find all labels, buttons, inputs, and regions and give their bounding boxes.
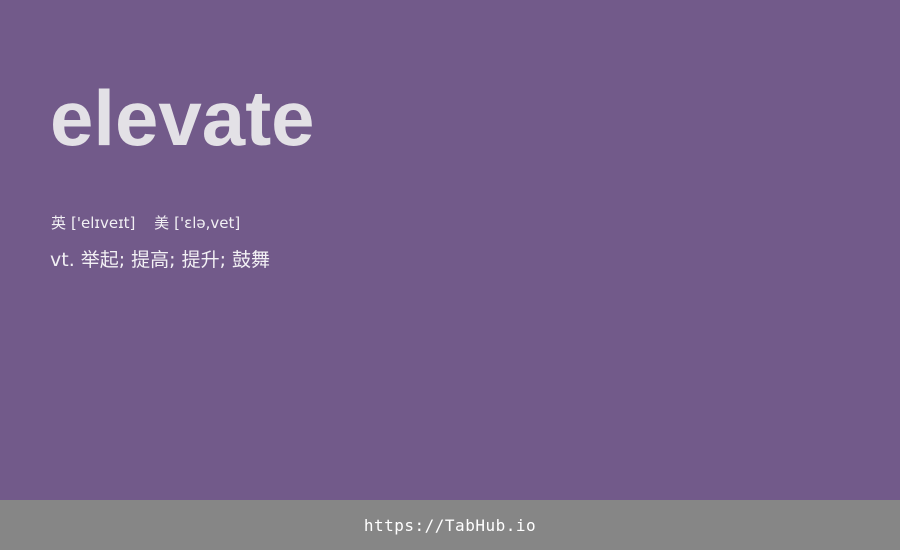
phonetic-us-tag: 美 [154, 214, 170, 232]
phonetic-us: 美 ['ɛlə,vet] [154, 213, 240, 233]
headword: elevate [50, 74, 315, 162]
phonetic-us-ipa: ['ɛlə,vet] [174, 214, 241, 232]
word-card: elevate 英 ['elɪveɪt] 美 ['ɛlə,vet] vt. 举起; 提… [0, 0, 900, 500]
phonetics-row: 英 ['elɪveɪt] 美 ['ɛlə,vet] [51, 213, 240, 233]
definition-meanings: 举起; 提高; 提升; 鼓舞 [80, 249, 271, 271]
phonetic-uk-ipa: ['elɪveɪt] [71, 214, 136, 232]
phonetic-uk-tag: 英 [51, 214, 67, 232]
definition: vt. 举起; 提高; 提升; 鼓舞 [50, 247, 270, 273]
tabhub-link[interactable]: https://TabHub.io [364, 516, 536, 535]
part-of-speech: vt. [50, 249, 75, 271]
phonetic-uk: 英 ['elɪveɪt] [51, 213, 135, 233]
footer-bar: https://TabHub.io [0, 500, 900, 550]
